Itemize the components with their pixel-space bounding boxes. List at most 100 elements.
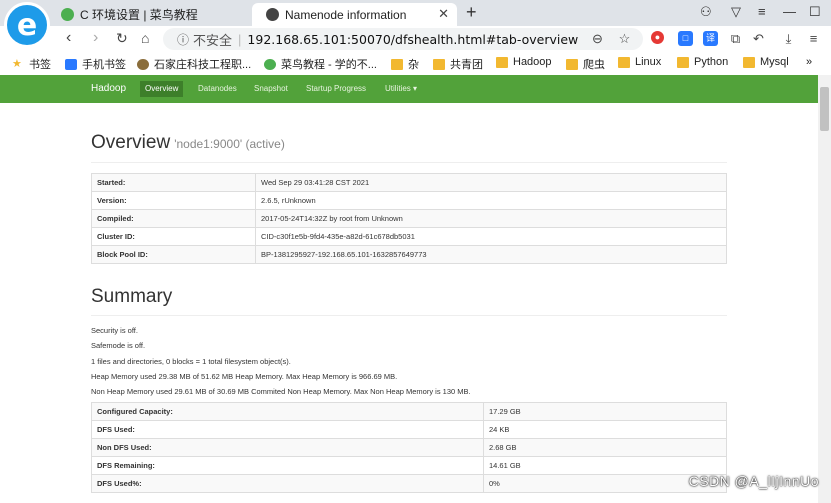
- navbar-brand[interactable]: Hadoop: [91, 83, 126, 94]
- url-text[interactable]: 192.168.65.101:50070/dfshealth.html#tab-…: [247, 32, 578, 47]
- row-key: Compiled:: [91, 209, 256, 228]
- bookmark-folder[interactable]: Hadoop: [496, 56, 552, 68]
- table-row: DFS Used%: 0%: [91, 474, 727, 493]
- bookmark-label: Mysql: [760, 56, 789, 68]
- bookmark-label: 爬虫: [583, 59, 605, 71]
- bookmark-label: Hadoop: [513, 56, 552, 68]
- browser-logo-icon: e: [4, 2, 50, 48]
- table-row: DFS Remaining: 14.61 GB: [91, 456, 727, 475]
- address-toolbar: ‹ › ↻ ⌂ ⓘ 不安全 | 192.168.65.101:50070/dfs…: [0, 26, 831, 53]
- close-icon[interactable]: ✕: [438, 6, 449, 22]
- row-value: 17.29 GB: [483, 402, 727, 421]
- forward-icon[interactable]: ›: [93, 29, 98, 47]
- nav-startup-progress[interactable]: Startup Progress: [306, 84, 366, 93]
- bookmark-item[interactable]: 菜鸟教程 - 学的不...: [264, 56, 377, 72]
- scrollbar[interactable]: [818, 75, 831, 503]
- csdn-watermark: CSDN @A_lIjInnUo: [688, 473, 819, 489]
- row-key: Cluster ID:: [91, 227, 256, 246]
- bookmark-label: Linux: [635, 56, 662, 68]
- bookmark-item[interactable]: 石家庄科技工程职...: [137, 56, 251, 72]
- table-row: Non DFS Used: 2.68 GB: [91, 438, 727, 457]
- new-tab-icon[interactable]: +: [466, 2, 477, 23]
- nav-utilities[interactable]: Utilities ▾: [385, 84, 417, 93]
- bookmarks-bar: ★ 书签 手机书签 石家庄科技工程职... 菜鸟教程 - 学的不... 杂 共青团…: [0, 53, 831, 76]
- divider: [91, 315, 727, 316]
- tab-runoob[interactable]: C 环境设置 | 菜鸟教程: [55, 3, 248, 26]
- hadoop-favicon-icon: [266, 8, 279, 21]
- undo-icon[interactable]: ↶: [751, 31, 766, 46]
- runoob-favicon-icon: [61, 8, 74, 21]
- extension-red-icon[interactable]: ●: [651, 31, 664, 44]
- nav-overview[interactable]: Overview: [140, 81, 184, 97]
- row-key: Configured Capacity:: [91, 402, 484, 421]
- extensions-icon[interactable]: ⧉: [728, 31, 743, 46]
- nav-snapshot[interactable]: Snapshot: [254, 84, 288, 93]
- bookmark-folder[interactable]: Mysql: [743, 56, 789, 68]
- row-key: Version:: [91, 191, 256, 210]
- bookmark-folder[interactable]: 共青团: [433, 56, 483, 72]
- summary-line: Security is off.: [91, 326, 138, 335]
- row-key: Non DFS Used:: [91, 438, 484, 457]
- summary-line: Heap Memory used 29.38 MB of 51.62 MB He…: [91, 372, 398, 381]
- table-row: Block Pool ID: BP-1381295927-192.168.65.1…: [91, 245, 727, 264]
- back-icon[interactable]: ‹: [66, 29, 71, 47]
- overview-table: Started: Wed Sep 29 03:41:28 CST 2021 Ver…: [91, 173, 727, 264]
- home-icon[interactable]: ⌂: [141, 30, 149, 46]
- browser-tab-bar: C 环境设置 | 菜鸟教程 Namenode information ✕ + ⚇…: [0, 0, 831, 26]
- bookmark-folder[interactable]: Python: [677, 56, 728, 68]
- table-row: Started: Wed Sep 29 03:41:28 CST 2021: [91, 173, 727, 192]
- bookmark-folder[interactable]: Linux: [618, 56, 661, 68]
- bookmarks-more-icon[interactable]: »: [806, 56, 812, 68]
- table-row: Cluster ID: CID-c30f1e5b-9fd4-435e-a82d-6…: [91, 227, 727, 246]
- summary-heading: Summary: [91, 286, 173, 307]
- site-icon: [137, 58, 149, 70]
- runoob-icon: [264, 58, 276, 70]
- bookmark-item[interactable]: ★ 书签: [12, 56, 51, 72]
- bookmark-star-icon[interactable]: ☆: [617, 31, 632, 46]
- overview-heading: Overview'node1:9000' (active): [91, 132, 285, 154]
- address-bar[interactable]: ⓘ 不安全 | 192.168.65.101:50070/dfshealth.h…: [163, 28, 643, 50]
- row-key: Block Pool ID:: [91, 245, 256, 264]
- minimize-icon[interactable]: —: [783, 4, 796, 19]
- row-key: Started:: [91, 173, 256, 192]
- phone-icon: [65, 58, 77, 70]
- bookmark-label: 手机书签: [82, 59, 126, 71]
- bookmark-label: 书签: [29, 59, 51, 71]
- tab-title: C 环境设置 | 菜鸟教程: [80, 8, 198, 22]
- folder-icon: [743, 56, 755, 68]
- info-icon[interactable]: ⓘ: [177, 31, 189, 48]
- translate-icon[interactable]: 译: [703, 31, 718, 46]
- extension-blue-icon[interactable]: □: [678, 31, 693, 46]
- game-mode-icon[interactable]: ⚇: [700, 4, 712, 20]
- bookmark-label: Python: [694, 56, 729, 68]
- tab-namenode[interactable]: Namenode information ✕: [252, 3, 457, 26]
- more-menu-icon[interactable]: ≡: [806, 31, 821, 46]
- folder-icon: [496, 56, 508, 68]
- reload-icon[interactable]: ↻: [116, 30, 128, 47]
- row-value: BP-1381295927-192.168.65.101-16328576497…: [255, 245, 727, 264]
- separator: |: [238, 31, 242, 47]
- table-row: Version: 2.6.5, rUnknown: [91, 191, 727, 210]
- bookmark-folder[interactable]: 杂: [391, 56, 419, 72]
- scrollbar-thumb[interactable]: [820, 87, 829, 131]
- shirt-icon[interactable]: ▽: [731, 4, 741, 20]
- overview-subtitle: 'node1:9000' (active): [174, 137, 285, 151]
- bookmark-item[interactable]: 手机书签: [65, 56, 126, 72]
- menu-icon[interactable]: ≡: [758, 4, 766, 19]
- summary-line: 1 files and directories, 0 blocks = 1 to…: [91, 357, 291, 366]
- folder-icon: [566, 58, 578, 70]
- row-value: 2017-05-24T14:32Z by root from Unknown: [255, 209, 727, 228]
- maximize-icon[interactable]: ☐: [809, 4, 821, 20]
- tab-title: Namenode information: [285, 7, 407, 22]
- hadoop-navbar: Hadoop Overview Datanodes Snapshot Start…: [0, 75, 818, 103]
- zoom-icon[interactable]: ⊖: [590, 31, 605, 46]
- bookmark-folder[interactable]: 爬虫: [566, 56, 605, 72]
- row-value: 2.6.5, rUnknown: [255, 191, 727, 210]
- divider: [91, 162, 727, 163]
- folder-icon: [433, 58, 445, 70]
- overview-title: Overview: [91, 132, 171, 153]
- folder-icon: [618, 56, 630, 68]
- nav-datanodes[interactable]: Datanodes: [198, 84, 237, 93]
- download-icon[interactable]: ⤓: [781, 31, 796, 46]
- table-row: Compiled: 2017-05-24T14:32Z by root from …: [91, 209, 727, 228]
